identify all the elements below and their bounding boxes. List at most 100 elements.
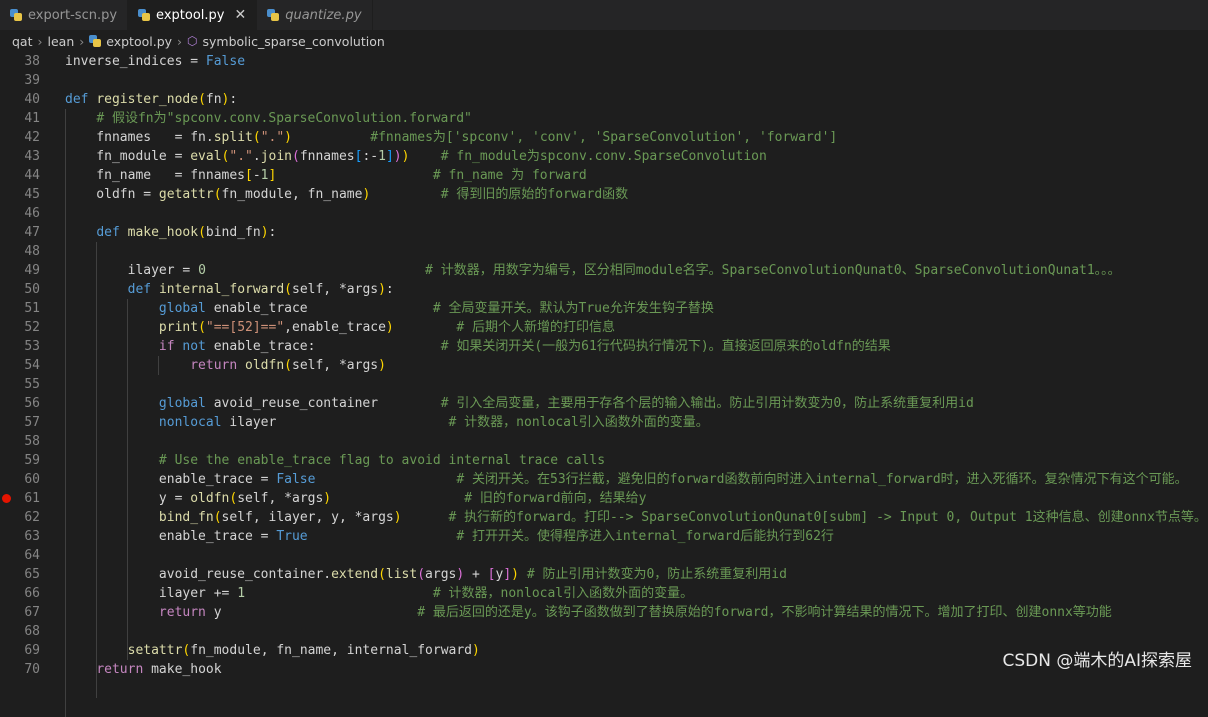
line-number: 49 [24, 263, 40, 278]
code-line[interactable]: 55 [0, 375, 1208, 394]
code-line[interactable]: 41 # 假设fn为"spconv.conv.SparseConvolution… [0, 109, 1208, 128]
code-token: "==[52]==" [205, 320, 285, 335]
line-number: 54 [24, 358, 40, 373]
code-token: # 计数器，nonlocal引入函数外面的变量。 [448, 415, 709, 430]
code-token: : [268, 225, 277, 240]
code-token: # 计数器，nonlocal引入函数外面的变量。 [432, 586, 694, 601]
line-number: 59 [24, 453, 40, 468]
code-line[interactable]: 43 fn_module = eval(".".join(fnnames[:-1… [0, 147, 1208, 166]
code-token: bind_fn [158, 510, 214, 525]
code-text: global avoid_reuse_container # 引入全局变量，主要… [65, 394, 974, 413]
code-token: ) [260, 225, 269, 240]
line-number: 44 [24, 168, 40, 183]
tab-label: export-scn.py [28, 7, 118, 23]
line-number: 68 [24, 624, 40, 639]
tab-0[interactable]: export-scn.py [0, 0, 129, 30]
code-token: # 执行新的forward。打印--> SparseConvolutionQun… [448, 510, 1207, 525]
code-text: bind_fn(self, ilayer, y, *args) # 执行新的fo… [65, 508, 1207, 527]
code-token: ] [385, 149, 394, 164]
code-line[interactable]: 50 def internal_forward(self, *args): [0, 280, 1208, 299]
code-line[interactable]: 46 [0, 204, 1208, 223]
code-token: # 后期个人新增的打印信息 [456, 320, 616, 335]
code-text: y = oldfn(self, *args) # 旧的forward前向，结果给… [65, 489, 647, 508]
line-number: 69 [24, 643, 40, 658]
code-line[interactable]: 63 enable_trace = True # 打开开关。使得程序进入inte… [0, 527, 1208, 546]
code-line[interactable]: 60 enable_trace = False # 关闭开关。在53行拦截，避免… [0, 470, 1208, 489]
code-token: ,enable_trace [284, 320, 386, 335]
close-icon[interactable]: ✕ [234, 7, 246, 23]
code-line[interactable]: 40 def register_node(fn): [0, 90, 1208, 109]
tab-1[interactable]: exptool.py ✕ [128, 0, 258, 30]
code-line[interactable]: 44 fn_name = fnnames[-1] # fn_name 为 for… [0, 166, 1208, 185]
code-line[interactable]: 66 ilayer += 1 # 计数器，nonlocal引入函数外面的变量。 [0, 584, 1208, 603]
code-line[interactable]: 51 global enable_trace # 全局变量开关。默认为True允… [0, 299, 1208, 318]
code-line[interactable]: 53 if not enable_trace: # 如果关闭开关(一般为61行代… [0, 337, 1208, 356]
code-line[interactable]: 39 [0, 71, 1208, 90]
code-text: ilayer += 1 # 计数器，nonlocal引入函数外面的变量。 [65, 584, 693, 603]
code-line[interactable]: 56 global avoid_reuse_container # 引入全局变量… [0, 394, 1208, 413]
code-token: 0 [198, 263, 206, 278]
chevron-right-icon: › [79, 33, 85, 49]
code-line[interactable]: 65 avoid_reuse_container.extend(list(arg… [0, 565, 1208, 584]
code-token: ( [213, 510, 222, 525]
line-number: 58 [24, 434, 40, 449]
code-token: bind_fn [205, 225, 261, 240]
code-token: ( [284, 358, 292, 373]
tab-label: exptool.py [156, 7, 225, 23]
code-line[interactable]: 59 # Use the enable_trace flag to avoid … [0, 451, 1208, 470]
python-file-icon [89, 35, 102, 47]
code-line[interactable]: 67 return y # 最后返回的还是y。该钩子函数做到了替换原始的forw… [0, 603, 1208, 622]
code-token: ( [417, 567, 426, 582]
line-number: 39 [24, 73, 40, 88]
code-line[interactable]: 42 fnnames = fn.split(".") #fnnames为['sp… [0, 128, 1208, 147]
breadcrumb-item-qat[interactable]: qat [12, 34, 33, 49]
code-token: ( [292, 149, 300, 164]
code-line[interactable]: 48 [0, 242, 1208, 261]
line-number: 70 [24, 662, 40, 677]
code-line[interactable]: 49 ilayer = 0 # 计数器，用数字为编号，区分相同module名字。… [0, 261, 1208, 280]
code-token: "." [229, 149, 253, 164]
line-number: 48 [24, 244, 40, 259]
code-token: ilayer = [65, 263, 199, 278]
code-token: # 得到旧的原始的forward函数 [440, 187, 629, 202]
code-line[interactable]: 61 y = oldfn(self, *args) # 旧的forward前向，… [0, 489, 1208, 508]
code-token: 1 [260, 168, 269, 183]
code-text: return oldfn(self, *args) [65, 356, 386, 375]
code-line[interactable]: 54 return oldfn(self, *args) [0, 356, 1208, 375]
code-line[interactable]: 52 print("==[52]==",enable_trace) # 后期个人… [0, 318, 1208, 337]
breadcrumb-item-symbol[interactable]: symbolic_sparse_convolution [203, 34, 385, 49]
code-text: def register_node(fn): [65, 90, 237, 109]
code-editor[interactable]: 38 inverse_indices = False 39 40 def registe… [0, 52, 1208, 717]
code-line[interactable]: 62 bind_fn(self, ilayer, y, *args) # 执行新… [0, 508, 1208, 527]
code-token: list [385, 567, 418, 582]
code-token: ilayer += [65, 586, 238, 601]
breadcrumb-item-file[interactable]: exptool.py [106, 34, 172, 49]
breadcrumb-item-lean[interactable]: lean [48, 34, 75, 49]
code-line[interactable]: 45 oldfn = getattr(fn_module, fn_name) #… [0, 185, 1208, 204]
code-line[interactable]: 38 inverse_indices = False [0, 52, 1208, 71]
python-file-icon [138, 9, 151, 21]
code-token: # 旧的forward前向，结果给y [464, 491, 647, 506]
code-token: self, *args [292, 282, 379, 297]
code-token: + [464, 567, 488, 582]
code-line[interactable]: 47 def make_hook(bind_fn): [0, 223, 1208, 242]
code-token: ) [511, 567, 519, 582]
code-line[interactable]: 58 [0, 432, 1208, 451]
tab-2[interactable]: quantize.py [257, 0, 373, 30]
code-token: getattr [158, 187, 214, 202]
code-token: : [385, 282, 394, 297]
code-token: make_hook [127, 225, 199, 240]
code-token: return [190, 358, 238, 373]
code-token: setattr [127, 643, 183, 658]
code-text: enable_trace = False # 关闭开关。在53行拦截，避免旧的f… [65, 470, 1188, 489]
code-line[interactable]: 68 [0, 622, 1208, 641]
code-line[interactable]: 57 nonlocal ilayer # 计数器，nonlocal引入函数外面的… [0, 413, 1208, 432]
line-number: 55 [24, 377, 40, 392]
code-line[interactable]: 64 [0, 546, 1208, 565]
